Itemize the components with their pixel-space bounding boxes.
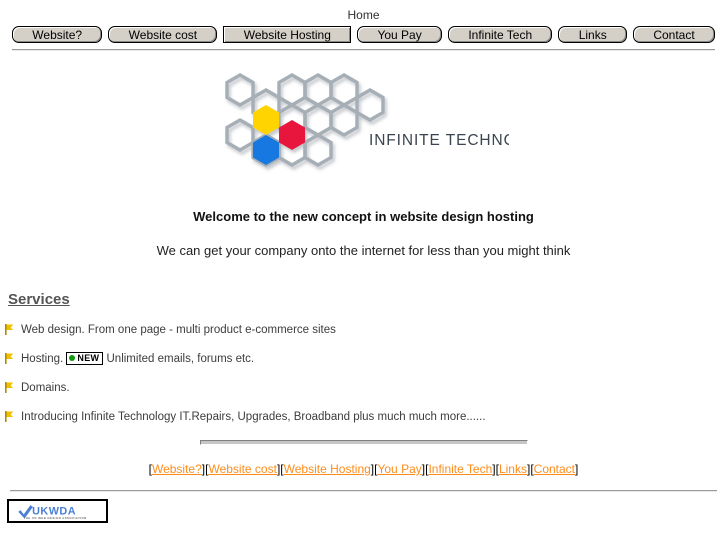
content-divider-wrap	[0, 440, 727, 445]
company-logo: INFINITE TECHNOLOGY	[0, 65, 727, 187]
footer-link-infinite-tech[interactable]: Infinite Tech	[428, 462, 492, 476]
ukwda-badge[interactable]: UKWDA THE UK WEB DESIGN ASSOCIATION	[7, 499, 108, 523]
nav-button-contact[interactable]: Contact	[633, 26, 715, 43]
logo-wordmark: INFINITE TECHNOLOGY	[369, 132, 509, 149]
nav-button-website[interactable]: Website?	[12, 26, 103, 43]
flag-bullet-icon	[5, 324, 14, 335]
footer-bracket-close: ]	[575, 462, 579, 476]
new-badge-label: NEW	[77, 353, 100, 363]
service-text-after: Unlimited emails, forums etc.	[106, 353, 255, 365]
welcome-heading: Welcome to the new concept in website de…	[193, 209, 534, 224]
flag-bullet-icon	[5, 411, 14, 422]
footer-divider	[10, 490, 717, 492]
flag-bullet-icon	[5, 382, 14, 393]
logo-hex-yellow	[252, 105, 279, 135]
page-title: Home	[347, 8, 380, 22]
services-heading: Services	[8, 291, 70, 308]
content-divider	[199, 440, 528, 445]
footer-link-website[interactable]: Website?	[152, 462, 202, 476]
footer-link-links[interactable]: Links	[499, 462, 527, 476]
new-badge: NEW	[66, 352, 104, 365]
nav-button-website-hosting[interactable]: Website Hosting	[223, 26, 352, 43]
ukwda-tagline: THE UK WEB DESIGN ASSOCIATION	[24, 516, 87, 520]
footer-link-website-cost[interactable]: Website cost	[208, 462, 276, 476]
flag-bullet-icon	[5, 353, 14, 364]
services-section: Services Web design. From one page - mul…	[0, 258, 727, 424]
services-list: Web design. From one page - multi produc…	[0, 323, 727, 424]
service-list-item: Hosting. NEW Unlimited emails, forums et…	[0, 352, 727, 366]
infinite-technology-logo-svg: INFINITE TECHNOLOGY	[224, 73, 509, 167]
service-list-item: Web design. From one page - multi produc…	[0, 323, 727, 337]
service-text: Hosting.	[21, 353, 64, 365]
logo-hex-red	[278, 120, 305, 150]
service-text: Introducing Infinite Technology IT.Repai…	[21, 411, 486, 423]
green-dot-icon	[69, 355, 76, 361]
nav-button-links[interactable]: Links	[558, 26, 628, 43]
footer-navigation: [Website?][Website cost][Website Hosting…	[0, 462, 727, 476]
service-list-item: Domains.	[0, 381, 727, 395]
welcome-subheading: We can get your company onto the interne…	[156, 243, 571, 258]
footer-link-contact[interactable]: Contact	[534, 462, 575, 476]
main-navigation: Website? Website cost Website Hosting You P…	[0, 23, 727, 43]
nav-button-you-pay[interactable]: You Pay	[357, 26, 443, 43]
header-divider	[12, 49, 715, 51]
footer-link-website-hosting[interactable]: Website Hosting	[284, 462, 371, 476]
nav-button-infinite-tech[interactable]: Infinite Tech	[448, 26, 553, 43]
ukwda-badge-wrap: UKWDA THE UK WEB DESIGN ASSOCIATION	[7, 499, 727, 523]
nav-button-website-cost[interactable]: Website cost	[108, 26, 218, 43]
service-text: Domains.	[21, 382, 70, 394]
service-list-item: Introducing Infinite Technology IT.Repai…	[0, 410, 727, 424]
footer-link-you-pay[interactable]: You Pay	[377, 462, 421, 476]
service-text: Web design. From one page - multi produc…	[21, 324, 336, 336]
